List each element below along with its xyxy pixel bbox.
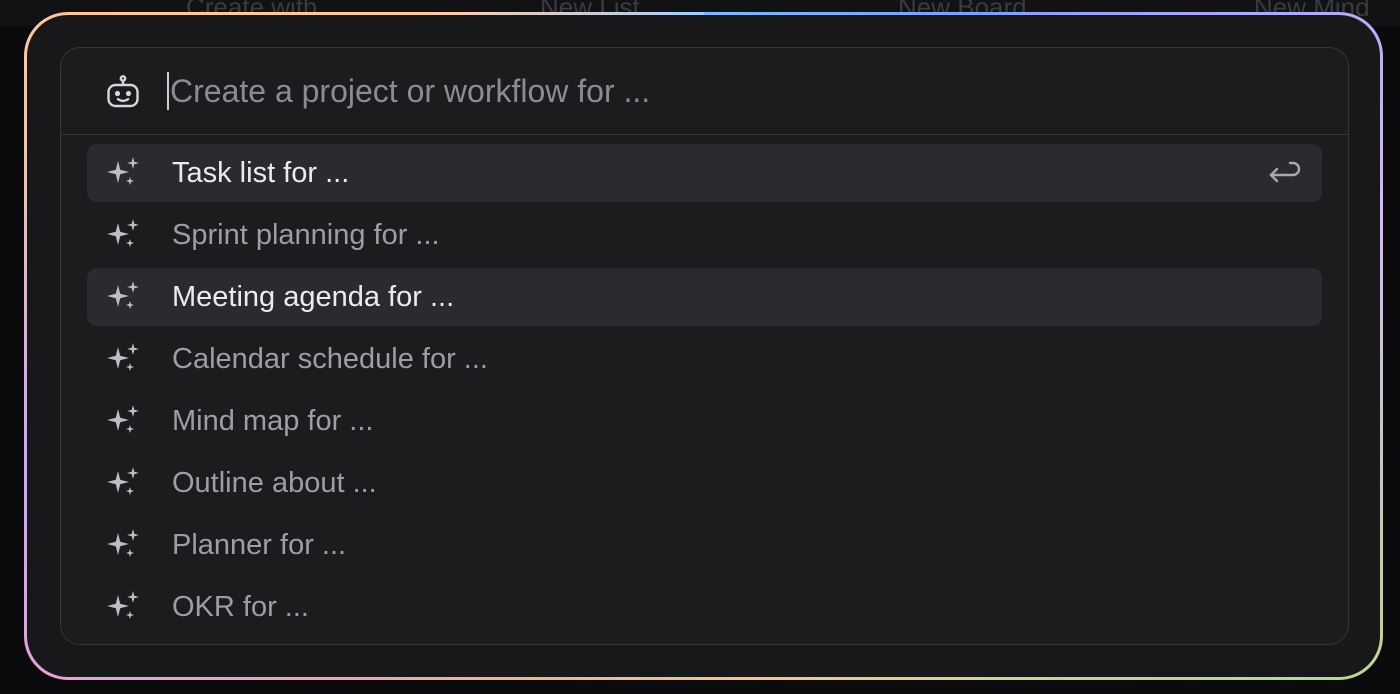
sparkles-icon bbox=[105, 466, 143, 500]
prompt-input[interactable] bbox=[167, 68, 1270, 114]
prompt-row bbox=[61, 48, 1348, 135]
sparkles-icon bbox=[105, 218, 143, 252]
robot-icon bbox=[105, 74, 141, 110]
suggestion-item[interactable]: Planner for ... bbox=[87, 516, 1322, 574]
sparkles-icon bbox=[105, 342, 143, 376]
text-caret bbox=[167, 72, 169, 110]
suggestion-label: Mind map for ... bbox=[172, 405, 374, 437]
command-palette: Task list for ... Sprint planning for ..… bbox=[60, 47, 1349, 645]
sparkles-icon bbox=[105, 528, 143, 562]
suggestion-list: Task list for ... Sprint planning for ..… bbox=[87, 144, 1322, 640]
suggestion-item[interactable]: Task list for ... bbox=[87, 144, 1322, 202]
sparkles-icon bbox=[105, 590, 143, 624]
suggestion-label: Sprint planning for ... bbox=[172, 219, 440, 251]
suggestion-item[interactable]: Sprint planning for ... bbox=[87, 206, 1322, 264]
suggestion-label: Outline about ... bbox=[172, 467, 377, 499]
enter-return-icon bbox=[1266, 158, 1302, 188]
sparkles-icon bbox=[105, 280, 143, 314]
suggestion-item[interactable]: OKR for ... bbox=[87, 578, 1322, 636]
suggestion-label: Meeting agenda for ... bbox=[172, 281, 455, 313]
suggestion-item[interactable]: Outline about ... bbox=[87, 454, 1322, 512]
suggestion-item[interactable]: Mind map for ... bbox=[87, 392, 1322, 450]
sparkles-icon bbox=[105, 156, 143, 190]
dialog-body: Task list for ... Sprint planning for ..… bbox=[27, 15, 1380, 677]
suggestion-label: OKR for ... bbox=[172, 591, 309, 623]
ai-command-dialog: Task list for ... Sprint planning for ..… bbox=[24, 12, 1383, 680]
suggestion-label: Calendar schedule for ... bbox=[172, 343, 488, 375]
suggestion-item[interactable]: Calendar schedule for ... bbox=[87, 330, 1322, 388]
suggestion-item[interactable]: Meeting agenda for ... bbox=[87, 268, 1322, 326]
suggestion-label: Planner for ... bbox=[172, 529, 347, 561]
sparkles-icon bbox=[105, 404, 143, 438]
suggestion-label: Task list for ... bbox=[172, 157, 350, 189]
